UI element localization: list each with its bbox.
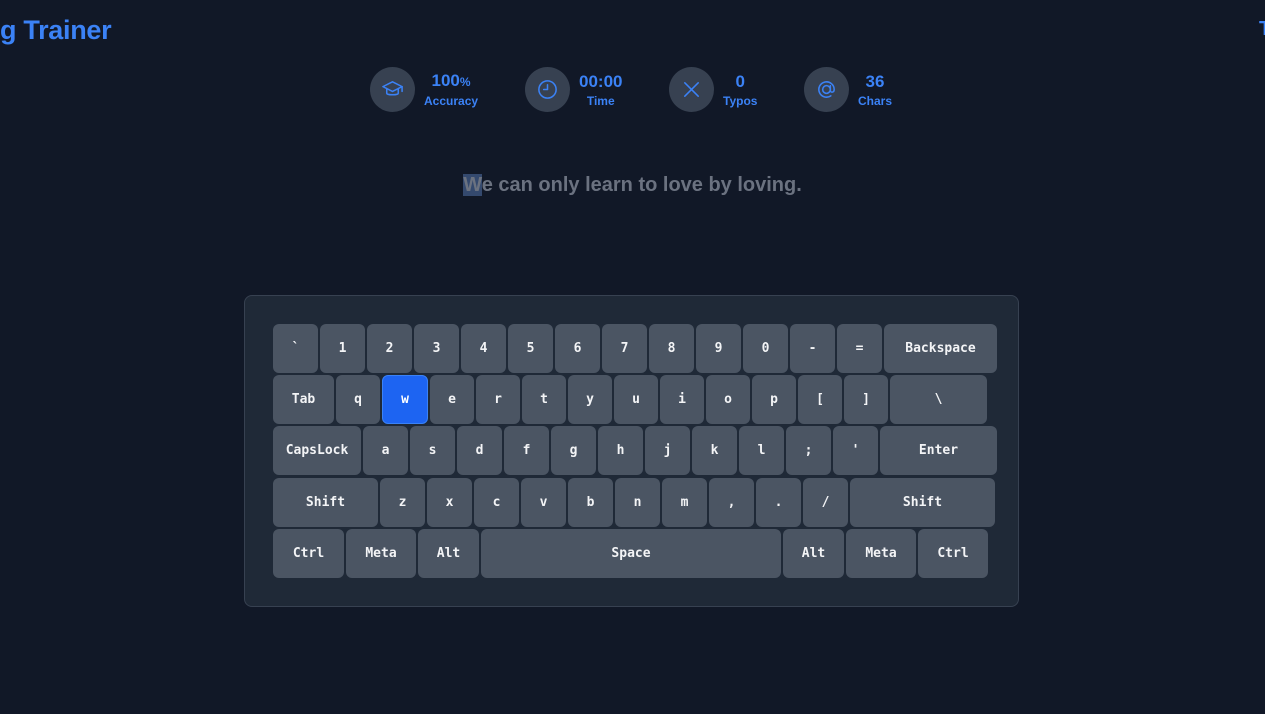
key-capslock[interactable]: CapsLock — [273, 426, 361, 475]
key-slash[interactable]: / — [803, 478, 848, 527]
key-alt[interactable]: Alt — [418, 529, 479, 578]
key-7[interactable]: 7 — [602, 324, 647, 373]
key-meta[interactable]: Meta — [346, 529, 416, 578]
clock-icon — [525, 67, 570, 112]
key-w[interactable]: w — [382, 375, 428, 424]
key-1[interactable]: 1 — [320, 324, 365, 373]
chars-label: Chars — [858, 93, 893, 108]
key-d[interactable]: d — [457, 426, 502, 475]
x-icon — [669, 67, 714, 112]
key-0[interactable]: 0 — [743, 324, 788, 373]
stat-typos: 0 Typos — [669, 67, 757, 112]
key-space[interactable]: Space — [481, 529, 781, 578]
key-backslash[interactable]: \ — [890, 375, 987, 424]
key-h[interactable]: h — [598, 426, 643, 475]
key-shift[interactable]: Shift — [273, 478, 378, 527]
key-shift[interactable]: Shift — [850, 478, 995, 527]
key-right-bracket[interactable]: ] — [844, 375, 888, 424]
key-c[interactable]: c — [474, 478, 519, 527]
stat-accuracy: 100% Accuracy — [370, 67, 478, 112]
key-j[interactable]: j — [645, 426, 690, 475]
time-value: 00:00 — [579, 71, 623, 91]
key-y[interactable]: y — [568, 375, 612, 424]
header-right-item[interactable]: T — [1259, 18, 1265, 41]
key-4[interactable]: 4 — [461, 324, 506, 373]
accuracy-label: Accuracy — [424, 94, 479, 108]
key-n[interactable]: n — [615, 478, 660, 527]
key-q[interactable]: q — [336, 375, 380, 424]
typos-label: Typos — [723, 93, 758, 108]
key-5[interactable]: 5 — [508, 324, 553, 373]
remaining-text: e can only learn to love by loving. — [481, 174, 802, 196]
key-b[interactable]: b — [568, 478, 613, 527]
key-2[interactable]: 2 — [367, 324, 412, 373]
key-enter[interactable]: Enter — [880, 426, 997, 475]
key-alt[interactable]: Alt — [783, 529, 844, 578]
app-title: g Trainer — [0, 15, 112, 45]
key-o[interactable]: o — [706, 375, 750, 424]
typing-text: We can only learn to love by loving. — [0, 174, 1265, 197]
key-u[interactable]: u — [614, 375, 658, 424]
key-m[interactable]: m — [662, 478, 707, 527]
key-z[interactable]: z — [380, 478, 425, 527]
key-semicolon[interactable]: ; — [786, 426, 831, 475]
stat-time: 00:00 Time — [525, 67, 622, 112]
key-backtick[interactable]: ` — [273, 324, 318, 373]
key-tab[interactable]: Tab — [273, 375, 334, 424]
key-g[interactable]: g — [551, 426, 596, 475]
key-x[interactable]: x — [427, 478, 472, 527]
key-comma[interactable]: , — [709, 478, 754, 527]
typos-value: 0 — [735, 71, 745, 91]
key-e[interactable]: e — [430, 375, 474, 424]
key-quote[interactable]: ' — [833, 426, 878, 475]
key-s[interactable]: s — [410, 426, 455, 475]
key-left-bracket[interactable]: [ — [798, 375, 842, 424]
key-ctrl[interactable]: Ctrl — [918, 529, 988, 578]
key-6[interactable]: 6 — [555, 324, 600, 373]
key-i[interactable]: i — [660, 375, 704, 424]
key-minus[interactable]: - — [790, 324, 835, 373]
key-meta[interactable]: Meta — [846, 529, 916, 578]
key-8[interactable]: 8 — [649, 324, 694, 373]
chars-value: 36 — [865, 71, 885, 91]
key-backspace[interactable]: Backspace — [884, 324, 997, 373]
stat-chars: 36 Chars — [804, 67, 892, 112]
key-9[interactable]: 9 — [696, 324, 741, 373]
key-v[interactable]: v — [521, 478, 566, 527]
key-period[interactable]: . — [756, 478, 801, 527]
key-l[interactable]: l — [739, 426, 784, 475]
key-ctrl[interactable]: Ctrl — [273, 529, 344, 578]
key-t[interactable]: t — [522, 375, 566, 424]
key-3[interactable]: 3 — [414, 324, 459, 373]
key-a[interactable]: a — [363, 426, 408, 475]
key-r[interactable]: r — [476, 375, 520, 424]
at-sign-icon — [804, 67, 849, 112]
accuracy-value: 100% — [431, 71, 471, 90]
time-label: Time — [586, 93, 615, 108]
graduation-cap-icon — [370, 67, 415, 112]
key-f[interactable]: f — [504, 426, 549, 475]
key-p[interactable]: p — [752, 375, 796, 424]
current-character: W — [463, 174, 482, 196]
virtual-keyboard: ` 1 2 3 4 5 6 7 8 9 0- = Backspace Tab q w e r t y u i o p[] \ Ca… — [244, 295, 1019, 607]
key-equals[interactable]: = — [837, 324, 882, 373]
key-k[interactable]: k — [692, 426, 737, 475]
accuracy-unit: % — [459, 75, 471, 89]
